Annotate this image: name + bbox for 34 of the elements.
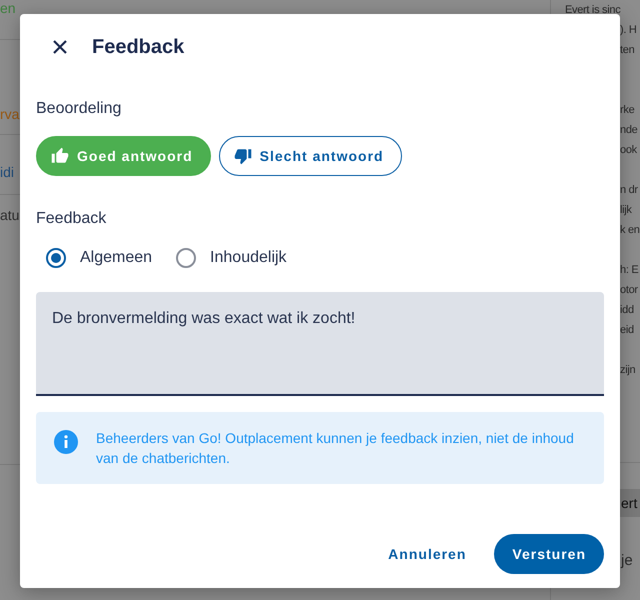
- rating-button[interactable]: Slecht antwoord: [218, 136, 402, 176]
- page-text: ). H: [619, 23, 638, 38]
- page-text: rva: [0, 106, 20, 122]
- cancel-button[interactable]: Annuleren: [380, 536, 474, 572]
- page-text: Evert is sinc: [564, 3, 622, 18]
- page-text: nde: [619, 123, 638, 138]
- page-text: ook: [619, 143, 638, 158]
- thumbs-down-icon: [234, 147, 252, 165]
- section-label: Feedback: [36, 210, 108, 228]
- submit-button[interactable]: Versturen: [494, 534, 604, 574]
- page-text: rke: [619, 103, 636, 118]
- thumbs-up-icon: [51, 147, 69, 165]
- page-text: lijk: [619, 203, 633, 218]
- close-icon: [52, 39, 68, 55]
- page-text: h: E: [619, 263, 640, 278]
- dialog-title: Feedback: [92, 36, 184, 58]
- info-text: Beheerders van Go! Outplacement kunnen je feedback inzien, niet de inhoud van de chatberichten.: [96, 429, 575, 468]
- page-text: n dr: [619, 183, 639, 198]
- radio-option[interactable]: Algemeen: [46, 248, 152, 268]
- page-text: eid: [619, 323, 635, 338]
- section-label: Beoordeling: [36, 100, 122, 118]
- radio-button[interactable]: [176, 248, 196, 268]
- page-text: zijn: [619, 363, 636, 378]
- info-icon: [54, 430, 78, 454]
- page-text: atu: [0, 207, 20, 223]
- feedback-field[interactable]: De bronvermelding was exact wat ik zocht!: [36, 292, 604, 396]
- page-text: ten: [619, 43, 636, 58]
- page-text: otor: [619, 283, 639, 298]
- radio-option[interactable]: Inhoudelijk: [176, 248, 287, 268]
- page-text: idd: [619, 303, 635, 318]
- page-text: en: [0, 0, 16, 16]
- page-text: k en: [619, 223, 640, 238]
- radio-button[interactable]: [46, 248, 66, 268]
- page-text: idi: [0, 164, 14, 180]
